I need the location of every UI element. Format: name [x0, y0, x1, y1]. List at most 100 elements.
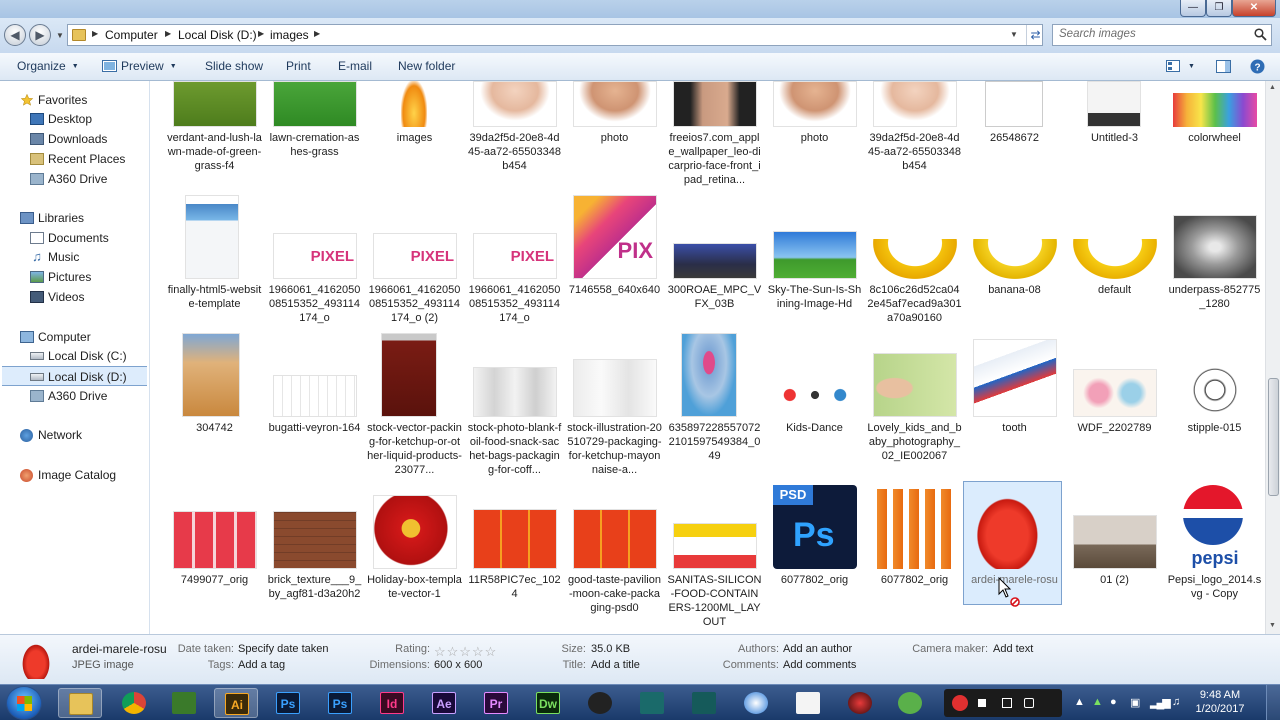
volume-icon[interactable]: ♫ — [1172, 696, 1180, 708]
taskbar-dreamweaver[interactable]: Dw — [526, 688, 570, 718]
app-icon — [796, 692, 820, 714]
chevron-right-icon[interactable]: ▶ — [165, 29, 171, 38]
network-signal-icon[interactable]: ▂▄▆ — [1150, 696, 1171, 709]
forward-button[interactable]: ▶ — [29, 24, 51, 46]
search-icon[interactable] — [1254, 28, 1267, 41]
clock[interactable]: 9:48 AM 1/20/2017 — [1190, 688, 1250, 716]
preview-pane-icon[interactable] — [1216, 60, 1231, 73]
show-desktop-button[interactable] — [1266, 685, 1280, 720]
recent-pages-dropdown-icon[interactable]: ▼ — [56, 31, 64, 40]
start-button[interactable] — [6, 686, 42, 720]
close-button[interactable]: ✕ — [1232, 0, 1276, 17]
sidebar-label: Local Disk (C:) — [48, 349, 127, 363]
print-button[interactable]: Print — [286, 59, 311, 73]
taskbar-indesign[interactable]: Id — [370, 688, 414, 718]
stop-icon[interactable] — [978, 699, 986, 707]
title-field[interactable]: Add a title — [591, 659, 640, 671]
view-dropdown-icon[interactable]: ▼ — [1188, 63, 1195, 70]
help-icon[interactable]: ? — [1250, 59, 1265, 74]
sidebar-item-desktop[interactable]: Desktop — [0, 109, 149, 129]
taskbar-app-12[interactable] — [888, 688, 932, 718]
authors-field[interactable]: Add an author — [783, 643, 852, 655]
sidebar-item-favorites[interactable]: Favorites — [0, 90, 149, 110]
maximize-button[interactable]: ❐ — [1206, 0, 1232, 17]
preview-button[interactable]: Preview ▼ — [121, 59, 177, 73]
view-options-icon[interactable] — [1166, 60, 1180, 72]
sidebar-item-documents[interactable]: Documents — [0, 228, 149, 248]
pictures-icon — [30, 271, 44, 283]
thumbnail — [673, 81, 757, 127]
sidebar-item-local-disk-c[interactable]: Local Disk (C:) — [0, 346, 149, 366]
sidebar-item-computer[interactable]: Computer — [0, 327, 149, 347]
sidebar-item-recent-places[interactable]: Recent Places — [0, 149, 149, 169]
taskbar-after-effects[interactable]: Ae — [422, 688, 466, 718]
thumbnail-text: PIXEL — [510, 248, 554, 265]
taskbar-photoshop-2[interactable]: Ps — [318, 688, 362, 718]
comments-field[interactable]: Add comments — [783, 659, 856, 671]
taskbar-app-10[interactable] — [786, 688, 830, 718]
chevron-down-icon: ▼ — [71, 63, 79, 70]
new-folder-button[interactable]: New folder — [398, 59, 455, 73]
sidebar-item-pictures[interactable]: Pictures — [0, 267, 149, 287]
chevron-right-icon[interactable]: ▶ — [92, 29, 98, 38]
thumbnail — [573, 81, 657, 127]
slideshow-button[interactable]: Slide show — [205, 59, 263, 73]
chevron-right-icon[interactable]: ▶ — [314, 29, 320, 38]
breadcrumb-computer[interactable]: Computer — [105, 28, 158, 42]
taskbar-app-7[interactable] — [630, 688, 674, 718]
scroll-down-icon[interactable]: ▼ — [1269, 622, 1276, 629]
navigation-pane: Favorites Desktop Downloads Recent Place… — [0, 81, 150, 634]
sidebar-item-a360-drive-2[interactable]: A360 Drive — [0, 386, 149, 406]
sidebar-item-music[interactable]: ♫ Music — [0, 247, 149, 267]
email-button[interactable]: E-mail — [338, 59, 372, 73]
record-icon[interactable] — [952, 695, 968, 711]
sidebar-label: Downloads — [48, 132, 108, 146]
taskbar-app-8[interactable] — [682, 688, 726, 718]
taskbar-premiere[interactable]: Pr — [474, 688, 518, 718]
scrollbar-thumb[interactable] — [1268, 378, 1279, 496]
sidebar-item-a360-drive[interactable]: A360 Drive — [0, 169, 149, 189]
taskbar-app-11[interactable] — [838, 688, 882, 718]
chevron-right-icon[interactable]: ▶ — [258, 29, 264, 38]
taskbar-explorer[interactable] — [58, 688, 102, 718]
breadcrumb-local-disk-d[interactable]: Local Disk (D:) — [178, 28, 257, 42]
taskbar-illustrator[interactable]: Ai — [214, 688, 258, 718]
back-button[interactable]: ◀ — [4, 24, 26, 46]
date-taken-field[interactable]: Specify date taken — [238, 643, 329, 655]
breadcrumb-images[interactable]: images — [270, 28, 309, 42]
sidebar-item-network[interactable]: Network — [0, 425, 149, 445]
camera-maker-field[interactable]: Add text — [993, 643, 1033, 655]
minimize-button[interactable]: — — [1180, 0, 1206, 17]
taskbar-chrome[interactable] — [112, 688, 156, 718]
thumbnail: pepsi — [1173, 547, 1257, 569]
address-bar[interactable]: ▶ Computer ▶ Local Disk (D:) ▶ images ▶ … — [67, 24, 1043, 46]
file-name: 8c106c26d52ca042e45af7ecad9a301a70a90160 — [867, 284, 962, 324]
tray-overflow-icon[interactable]: ▲ — [1074, 696, 1085, 708]
taskbar-app-9[interactable] — [734, 688, 778, 718]
search-input[interactable]: Search images — [1059, 28, 1136, 40]
tray-monitor-icon[interactable]: ▣ — [1130, 696, 1140, 709]
taskbar-app-6[interactable] — [578, 688, 622, 718]
taskbar-photoshop[interactable]: Ps — [266, 688, 310, 718]
search-box[interactable]: Search images — [1052, 24, 1272, 46]
sidebar-item-videos[interactable]: Videos — [0, 287, 149, 307]
rating-stars[interactable]: ☆☆☆☆☆ — [434, 644, 497, 660]
file-name: 6077802_orig — [880, 574, 949, 586]
thumbnail — [473, 509, 557, 569]
capture-icon[interactable] — [1002, 698, 1012, 708]
app-icon — [172, 692, 196, 714]
address-dropdown-icon[interactable]: ▼ — [1010, 30, 1018, 39]
tray-app-icon-2[interactable]: ● — [1110, 696, 1117, 708]
settings-icon[interactable] — [1024, 698, 1034, 708]
tray-app-icon[interactable]: ▲ — [1092, 696, 1103, 708]
taskbar-app-green[interactable] — [162, 688, 206, 718]
tags-field[interactable]: Add a tag — [238, 659, 285, 671]
sidebar-item-libraries[interactable]: Libraries — [0, 208, 149, 228]
organize-menu[interactable]: Organize ▼ — [17, 59, 79, 73]
sidebar-item-local-disk-d[interactable]: Local Disk (D:) — [2, 366, 147, 386]
sidebar-item-image-catalog[interactable]: Image Catalog — [0, 465, 149, 485]
vertical-scrollbar[interactable]: ▲ ▼ — [1265, 81, 1280, 634]
scroll-up-icon[interactable]: ▲ — [1269, 84, 1276, 91]
sidebar-item-downloads[interactable]: Downloads — [0, 129, 149, 149]
refresh-icon[interactable]: ⇄ — [1026, 25, 1044, 45]
